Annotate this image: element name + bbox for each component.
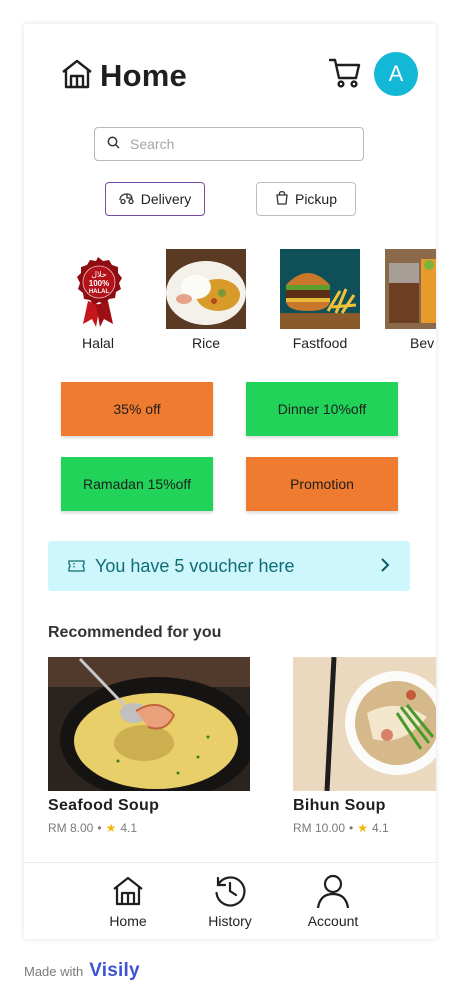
halal-badge-percent: 100%: [89, 279, 109, 288]
ticket-icon: [68, 556, 85, 577]
user-icon: [293, 873, 373, 909]
category-beverage[interactable]: Bev: [385, 249, 436, 351]
nav-home[interactable]: Home: [88, 873, 168, 929]
scooter-icon: [119, 191, 135, 208]
made-with-footer[interactable]: Made with Visily: [24, 960, 140, 982]
category-label: Fastfood: [292, 335, 348, 351]
shopping-bag-icon: [275, 190, 289, 208]
phone-frame: Home A Delivery: [24, 24, 436, 939]
page-title: Home: [60, 54, 187, 98]
bihun-soup-image: [293, 657, 436, 791]
promo-label: Dinner 10%off: [277, 401, 367, 417]
food-name: Bihun Soup: [293, 797, 386, 814]
nav-history[interactable]: History: [190, 873, 270, 929]
halal-badge-arabic: حلال: [91, 270, 107, 279]
made-with-text: Made with: [24, 963, 84, 979]
seafood-soup-image: [48, 657, 250, 791]
promo-promotion[interactable]: Promotion: [246, 457, 398, 511]
search-input[interactable]: [128, 135, 332, 153]
dot-separator: •: [97, 821, 102, 835]
category-label: Halal: [82, 335, 114, 351]
halal-badge-image: حلال 100% HALAL: [58, 249, 138, 329]
pickup-label: Pickup: [294, 191, 338, 207]
food-rating: 4.1: [372, 821, 389, 835]
fastfood-image: [280, 249, 360, 329]
voucher-text: You have 5 voucher here: [95, 555, 295, 576]
promo-label: Promotion: [290, 476, 354, 492]
bottom-nav: Home History Account: [24, 862, 436, 939]
category-label: Bev: [410, 335, 435, 351]
nav-label: History: [208, 913, 252, 929]
food-rating: 4.1: [120, 821, 138, 835]
promo-ramadan[interactable]: Ramadan 15%off: [61, 457, 213, 511]
nav-account[interactable]: Account: [293, 873, 373, 929]
food-meta: RM 8.00 • ★ 4.1: [48, 821, 250, 835]
food-card-seafood-soup[interactable]: Seafood Soup RM 8.00 • ★ 4.1: [48, 657, 250, 835]
food-name: Seafood Soup: [48, 797, 160, 814]
search-box[interactable]: [94, 127, 364, 161]
promo-label: Ramadan 15%off: [83, 476, 191, 492]
cart-icon[interactable]: [328, 56, 362, 95]
food-price: RM 10.00: [293, 821, 346, 835]
category-fastfood[interactable]: Fastfood: [280, 249, 360, 351]
delivery-button[interactable]: Delivery: [105, 182, 205, 216]
food-price: RM 8.00: [48, 821, 94, 835]
rice-image: [166, 249, 246, 329]
page-title-text: Home: [100, 58, 187, 93]
pickup-button[interactable]: Pickup: [256, 182, 356, 216]
home-icon: [60, 57, 94, 96]
star-icon: ★: [105, 821, 117, 835]
category-label: Rice: [191, 335, 220, 351]
recommended-heading: Recommended for you: [48, 624, 222, 641]
star-icon: ★: [357, 821, 368, 835]
promo-dinner[interactable]: Dinner 10%off: [246, 382, 398, 436]
category-halal[interactable]: حلال 100% HALAL Halal: [58, 249, 138, 351]
food-meta: RM 10.00 • ★ 4.1: [293, 821, 436, 835]
dot-separator: •: [349, 821, 354, 835]
promo-label: 35% off: [113, 401, 161, 417]
history-icon: [190, 873, 270, 909]
beverage-image: [385, 249, 436, 329]
voucher-banner[interactable]: You have 5 voucher here: [48, 541, 410, 591]
halal-badge-word: HALAL: [89, 289, 110, 295]
promo-35-off[interactable]: 35% off: [61, 382, 213, 436]
search-icon: [107, 136, 120, 152]
avatar-initial: A: [388, 61, 404, 86]
avatar[interactable]: A: [374, 52, 418, 96]
nav-label: Account: [307, 913, 359, 929]
visily-logo: Visily: [89, 960, 140, 981]
home-icon: [88, 873, 168, 909]
delivery-label: Delivery: [140, 191, 192, 207]
chevron-right-icon: [380, 556, 390, 577]
nav-label: Home: [109, 913, 147, 929]
food-card-bihun-soup[interactable]: Bihun Soup RM 10.00 • ★ 4.1: [293, 657, 436, 835]
category-rice[interactable]: Rice: [166, 249, 246, 351]
